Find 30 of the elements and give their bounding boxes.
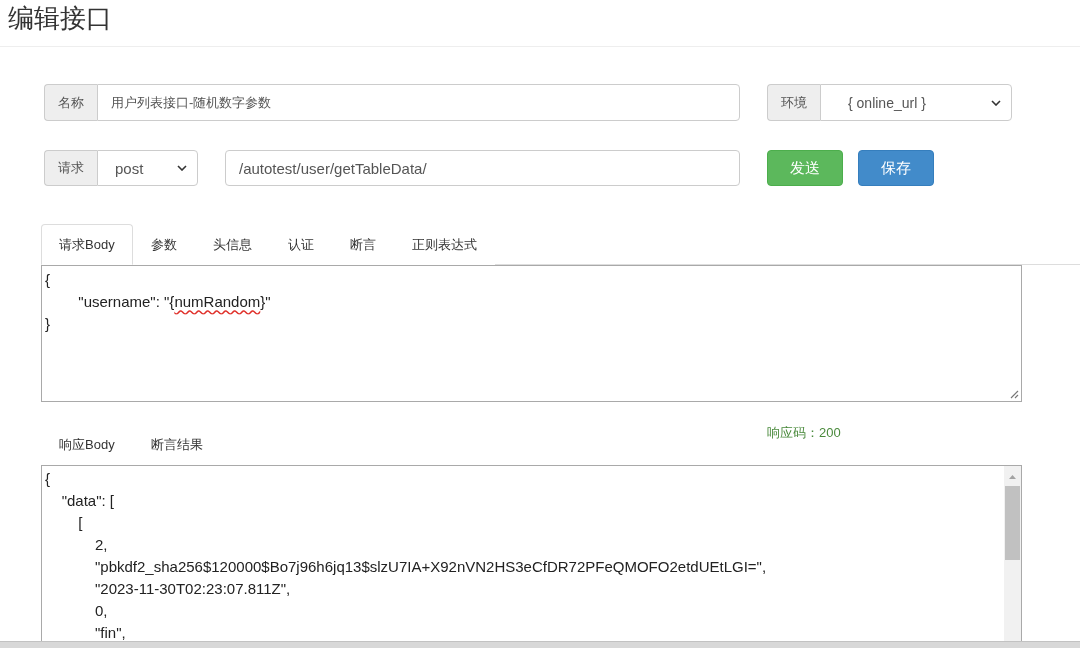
resize-grip-icon[interactable] (1010, 390, 1019, 399)
code-text: "username": "{ (77, 292, 175, 312)
code-line: "fin", (94, 623, 127, 641)
code-text: }" (260, 292, 271, 312)
code-line: "2023-11-30T02:23:07.811Z", (94, 579, 292, 599)
code-text: { (45, 270, 50, 290)
code-line: 0, (94, 601, 109, 621)
field-label: 请求 (44, 150, 97, 186)
path-input[interactable]: /autotest/user/getTableData/ (225, 150, 740, 186)
misspelled-word: numRandom (174, 292, 261, 312)
code-text: } (45, 314, 50, 334)
code-line: "pbkdf2_sha256$120000$Bo7j96h6jq13$slzU7IA+X92nVN2HS3eCfDR72PFeQMOFO2etdUEtLGI=", (94, 557, 768, 577)
horizontal-scrollbar[interactable] (0, 641, 1080, 648)
page-title: 编辑接口 (8, 2, 112, 35)
code-line: [ (77, 513, 84, 533)
save-button[interactable]: 保存 (858, 150, 934, 186)
chevron-down-icon (991, 99, 1001, 106)
chevron-down-icon (177, 165, 187, 171)
name-input[interactable]: 用户列表接口-随机数字参数 (97, 84, 740, 121)
field-label: 环境 (767, 84, 820, 121)
code-line: { (45, 469, 51, 489)
request-body-field[interactable]: { "username": "{numRandom}" } (41, 265, 1022, 402)
field-label: 名称 (44, 84, 97, 121)
response-code: 响应码：200 (767, 424, 841, 441)
tab[interactable]: 请求Body (41, 224, 133, 265)
vertical-scrollbar[interactable] (1004, 466, 1021, 641)
code-line: "data": [ (60, 491, 116, 511)
code-line: 2, (94, 535, 109, 555)
method-select[interactable]: post (97, 150, 198, 186)
environment-select[interactable]: { online_url } (820, 84, 1012, 121)
